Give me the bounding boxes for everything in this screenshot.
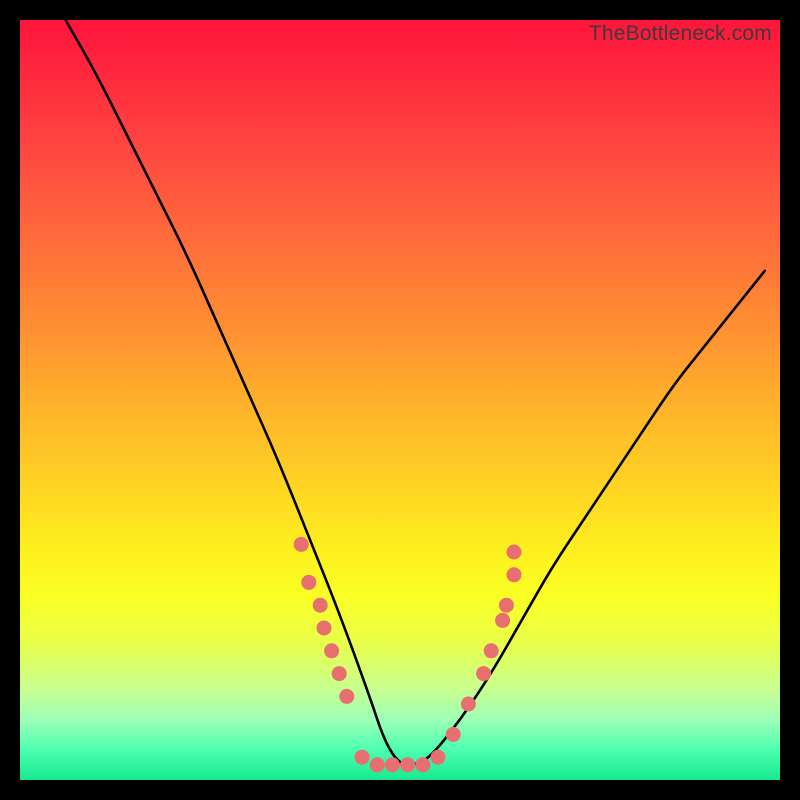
data-dot	[370, 757, 385, 772]
data-dot	[294, 537, 309, 552]
data-dot	[507, 567, 522, 582]
data-dot	[355, 750, 370, 765]
data-dot	[461, 697, 476, 712]
data-dot	[446, 727, 461, 742]
chart-frame: TheBottleneck.com	[0, 0, 800, 800]
data-dot	[313, 598, 328, 613]
data-dot	[332, 666, 347, 681]
data-dot	[317, 621, 332, 636]
data-dot	[495, 613, 510, 628]
bottleneck-curve	[66, 20, 765, 765]
data-dot	[385, 757, 400, 772]
data-dot	[499, 598, 514, 613]
data-dot	[301, 575, 316, 590]
data-dot	[431, 750, 446, 765]
data-dot	[507, 545, 522, 560]
data-dot	[415, 757, 430, 772]
curve-svg	[20, 20, 780, 780]
data-dot	[476, 666, 491, 681]
data-dot	[400, 757, 415, 772]
data-dot	[339, 689, 354, 704]
data-dot	[484, 643, 499, 658]
plot-area: TheBottleneck.com	[20, 20, 780, 780]
data-dot	[324, 643, 339, 658]
data-dots	[294, 537, 522, 772]
